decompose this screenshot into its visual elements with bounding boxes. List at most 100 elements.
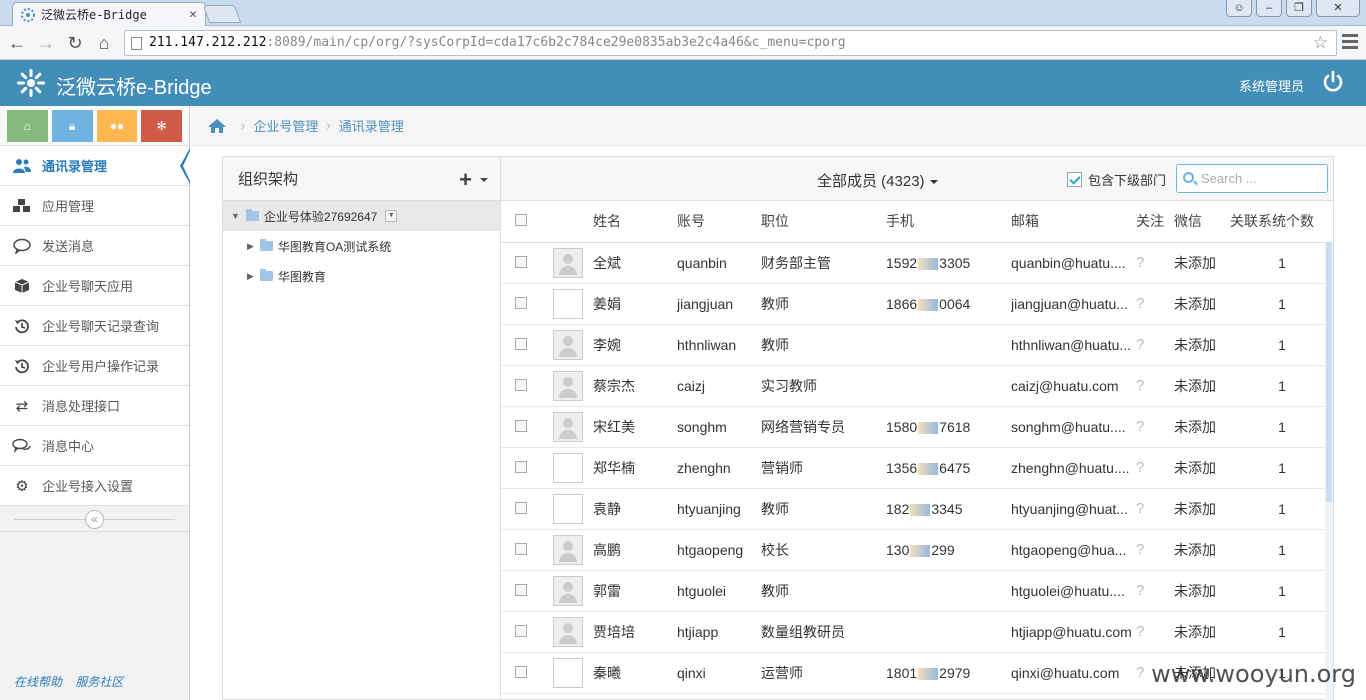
minimize-icon[interactable]: – — [1256, 0, 1282, 17]
sidebar-item-chat-apps[interactable]: 企业号聊天应用 — [0, 266, 189, 306]
name-cell[interactable]: 贾培培 — [593, 611, 677, 653]
name-cell[interactable]: 高鹏 — [593, 529, 677, 571]
browser-menu-icon[interactable] — [1342, 34, 1358, 52]
expanded-triangle-icon[interactable]: ▼ — [231, 211, 240, 221]
name-cell[interactable]: 郑华楠 — [593, 447, 677, 489]
wechat-cell: 未添加 — [1174, 365, 1230, 407]
table-row[interactable]: 李婉 hthnliwan 教师 hthnliwan@huatu...? 未添加 1 — [501, 324, 1333, 366]
column-header[interactable]: 姓名 — [593, 201, 677, 243]
reload-icon[interactable]: ↻ — [64, 33, 86, 54]
row-checkbox[interactable] — [515, 255, 527, 268]
home-icon[interactable]: ⌂ — [93, 33, 115, 54]
forward-icon[interactable]: → — [35, 33, 57, 54]
checkbox-checked-icon[interactable] — [1067, 172, 1082, 187]
url-input[interactable]: 211.147.212.212:8089/main/cp/org/?sysCor… — [124, 30, 1337, 56]
table-row[interactable]: 郑华楠 zhenghn 营销师 1356 6475 zhenghn@huatu....? 未… — [501, 447, 1333, 489]
breadcrumb-item[interactable]: 企业号管理 — [253, 116, 318, 135]
row-checkbox[interactable] — [515, 665, 527, 678]
select-cell — [501, 365, 541, 407]
select-cell — [501, 324, 541, 366]
name-cell[interactable]: 宋红美 — [593, 406, 677, 448]
url-host: 211.147.212.212 — [149, 35, 267, 50]
add-icon[interactable]: + — [459, 167, 472, 193]
name-cell[interactable]: 蔡宗杰 — [593, 365, 677, 407]
chevron-down-icon[interactable] — [480, 178, 488, 182]
table-row[interactable]: 袁静 htyuanjing 教师 182 3345 htyuanjing@huat...?… — [501, 488, 1333, 530]
column-header[interactable]: 关联系统个数 — [1230, 201, 1333, 243]
power-icon[interactable] — [1322, 70, 1344, 94]
column-header[interactable]: 微信 — [1174, 201, 1230, 243]
collapse-icon[interactable]: « — [85, 510, 104, 529]
sidebar-item-message-center[interactable]: 消息中心 — [0, 426, 189, 466]
collapsed-triangle-icon[interactable]: ▶ — [247, 241, 254, 252]
sidebar-item-access-settings[interactable]: ⚙ 企业号接入设置 — [0, 466, 189, 506]
tree-root-node[interactable]: ▼ 企业号体验27692647 ▼ — [223, 201, 500, 231]
table-row[interactable]: 蔡宗杰 caizj 实习教师 caizj@huatu.com? 未添加 1 — [501, 365, 1333, 407]
window-close-icon[interactable]: ✕ — [1316, 0, 1360, 17]
tree-node[interactable]: ▶ 华图教育 — [223, 261, 500, 291]
column-header[interactable]: 关注 — [1136, 201, 1174, 243]
row-checkbox[interactable] — [515, 542, 527, 555]
search-input[interactable]: Search ... — [1176, 164, 1328, 193]
breadcrumb-item[interactable]: 通讯录管理 — [339, 116, 404, 135]
scrollbar-thumb[interactable] — [1326, 242, 1332, 502]
sidebar-item-send-message[interactable]: 发送消息 — [0, 226, 189, 266]
back-icon[interactable]: ← — [6, 33, 28, 54]
members-filter-dropdown[interactable]: 全部成员 (4323) — [817, 170, 938, 191]
row-checkbox[interactable] — [515, 378, 527, 391]
shortcut-users-button[interactable]: ●● — [96, 110, 138, 142]
table-row[interactable]: 郭雷 htguolei 教师 htguolei@huatu....? 未添加 1 — [501, 570, 1333, 612]
column-header[interactable]: 邮箱 — [1011, 201, 1136, 243]
name-cell[interactable]: 袁静 — [593, 488, 677, 530]
table-header-row: 姓名 账号 职位 手机 邮箱 关注 微信 关联系统个数 — [501, 201, 1333, 243]
name-cell[interactable]: 李婉 — [593, 324, 677, 366]
sidebar-item-apps[interactable]: 应用管理 — [0, 186, 189, 226]
sidebar-item-user-log[interactable]: 企业号用户操作记录 — [0, 346, 189, 386]
table-row[interactable]: 姜娟 jiangjuan 教师 1866 0064 jiangjuan@huatu...?… — [501, 283, 1333, 325]
name-cell[interactable]: 姜娟 — [593, 283, 677, 325]
account-cell: hthnliwan — [677, 324, 761, 366]
wechat-cell: 未添加 — [1174, 447, 1230, 489]
node-menu-icon[interactable]: ▼ — [385, 210, 398, 222]
row-checkbox[interactable] — [515, 501, 527, 514]
user-icon[interactable]: ☺ — [1226, 0, 1252, 17]
row-checkbox[interactable] — [515, 337, 527, 350]
tree-node[interactable]: ▶ 华图教育OA测试系统 — [223, 231, 500, 261]
tab-close-icon[interactable]: ✕ — [189, 7, 197, 22]
table-row[interactable]: 贾培培 htjiapp 数量组教研员 htjiapp@huatu.com? 未添加 1 — [501, 611, 1333, 653]
row-checkbox[interactable] — [515, 583, 527, 596]
name-cell[interactable]: 郭雷 — [593, 570, 677, 612]
table-row[interactable]: 高鹏 htgaopeng 校长 130 299 htgaopeng@hua...? 未添加 1 — [501, 529, 1333, 571]
table-row[interactable]: 宋红美 songhm 网络营销专员 1580 7618 songhm@huatu....?… — [501, 406, 1333, 448]
sidebar-item-chat-history[interactable]: 企业号聊天记录查询 — [0, 306, 189, 346]
collapsed-triangle-icon[interactable]: ▶ — [247, 271, 254, 282]
row-checkbox[interactable] — [515, 624, 527, 637]
user-name[interactable]: 系统管理员 — [1239, 76, 1304, 95]
row-checkbox[interactable] — [515, 296, 527, 309]
include-sub-label: 包含下级部门 — [1088, 173, 1167, 188]
title-cell: 网络营销专员 — [761, 406, 886, 448]
column-header[interactable]: 账号 — [677, 201, 761, 243]
row-checkbox[interactable] — [515, 460, 527, 473]
maximize-icon[interactable]: ❐ — [1286, 0, 1312, 17]
bookmark-star-icon[interactable]: ☆ — [1313, 33, 1328, 53]
new-tab-button[interactable] — [202, 5, 242, 23]
select-all-checkbox[interactable] — [515, 214, 527, 227]
browser-tab[interactable]: 泛微云桥e-Bridge ✕ — [12, 2, 206, 26]
name-cell[interactable]: 秦曦 — [593, 652, 677, 694]
avatar — [553, 493, 583, 524]
column-header[interactable]: 手机 — [886, 201, 1011, 243]
home-icon[interactable] — [207, 118, 227, 134]
row-checkbox[interactable] — [515, 419, 527, 432]
help-link[interactable]: 在线帮助 — [14, 675, 62, 689]
include-sub-checkbox[interactable]: 包含下级部门 — [1067, 170, 1166, 189]
sidebar-item-message-interface[interactable]: ⇄ 消息处理接口 — [0, 386, 189, 426]
shortcut-home-button[interactable]: ⌂ — [7, 110, 48, 142]
name-cell[interactable]: 全斌 — [593, 242, 677, 284]
column-header[interactable]: 职位 — [761, 201, 886, 243]
sidebar-item-contacts[interactable]: 通讯录管理 — [0, 146, 190, 186]
community-link[interactable]: 服务社区 — [75, 675, 123, 689]
shortcut-settings-button[interactable]: ✻ — [141, 110, 182, 142]
table-row[interactable]: 全斌 quanbin 财务部主管 1592 3305 quanbin@huatu....?… — [501, 242, 1333, 284]
shortcut-lock-button[interactable]: 🔒︎ — [51, 110, 93, 142]
